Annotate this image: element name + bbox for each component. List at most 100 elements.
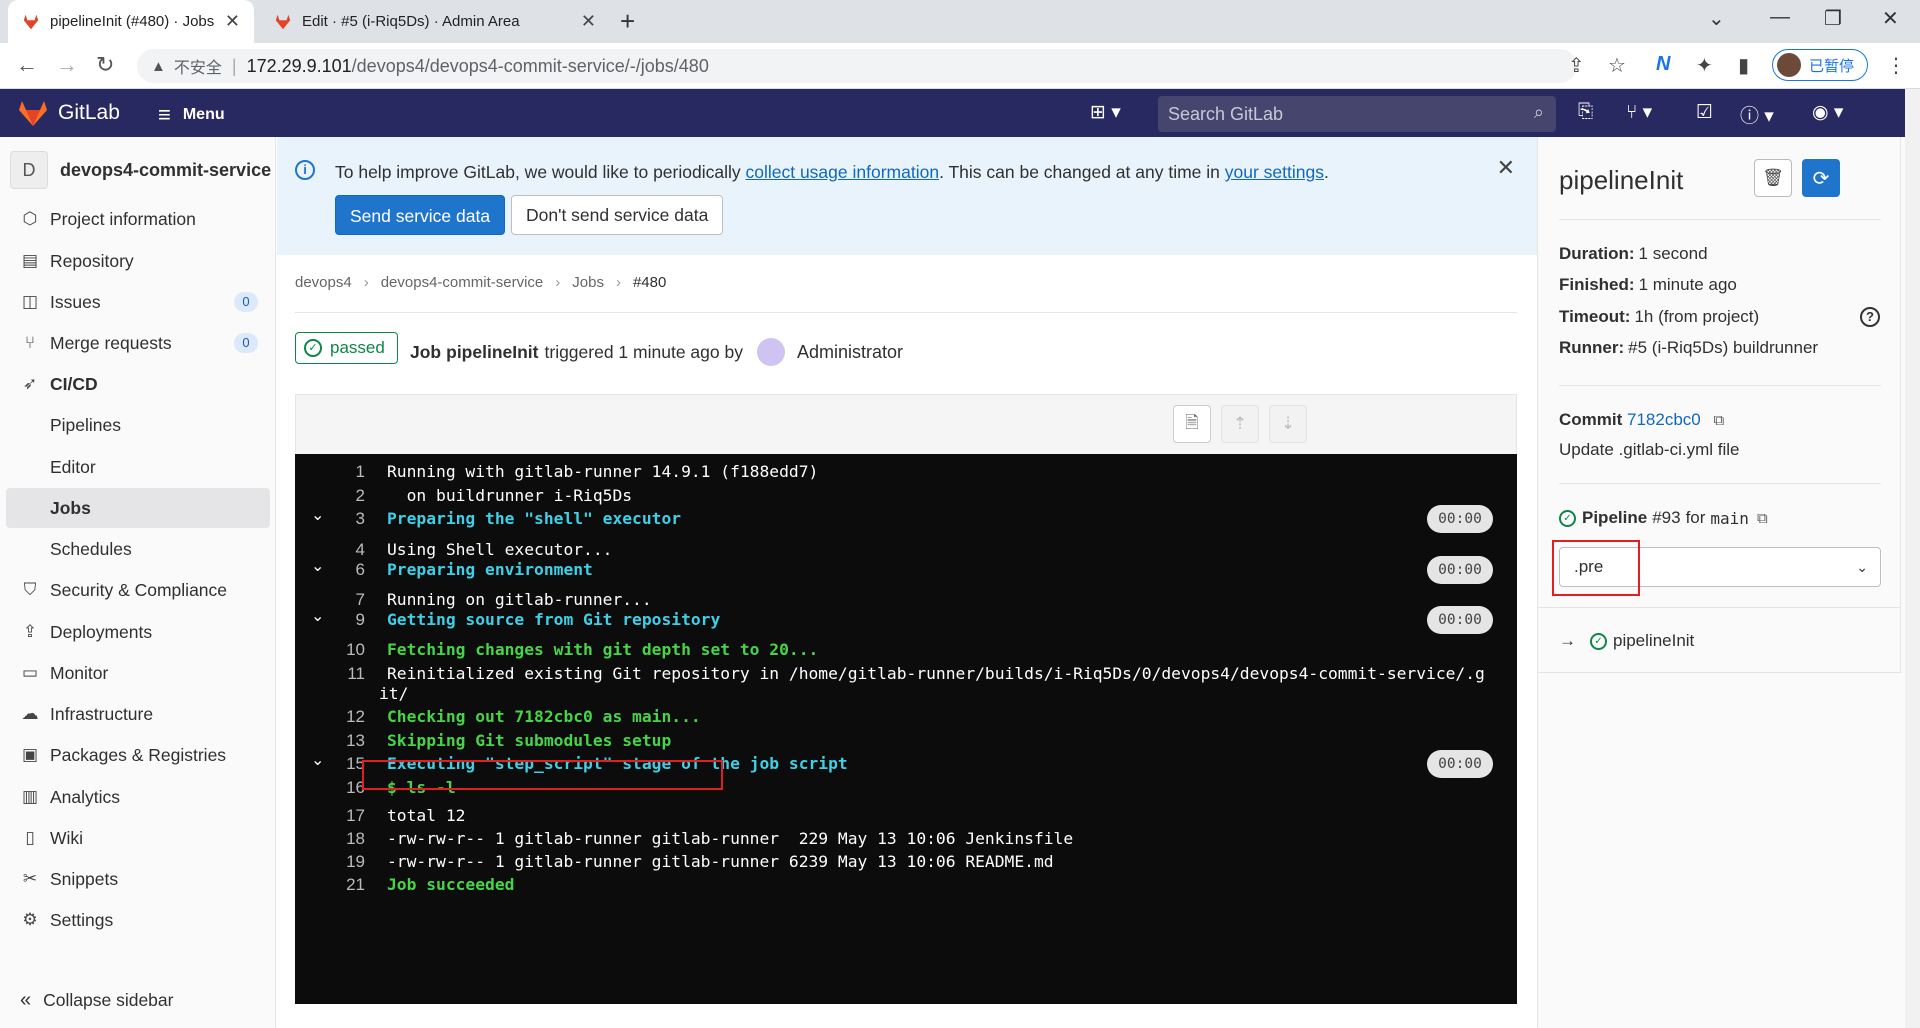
sidebar-item-issues[interactable]: ◫ Issues 0 (6, 282, 270, 322)
log-line-number[interactable]: 11 (319, 664, 365, 684)
extension-n-icon[interactable]: N (1656, 53, 1670, 76)
issues-shortcut-icon[interactable]: ⎘ (1578, 101, 1593, 123)
user-avatar-icon[interactable]: ◉ ▾ (1812, 101, 1843, 124)
bookmark-star-icon[interactable]: ☆ (1608, 53, 1626, 78)
breadcrumb-current[interactable]: #480 (633, 274, 666, 291)
status-badge[interactable]: ✓ passed (295, 332, 398, 364)
log-line-number[interactable]: 1 (319, 462, 365, 482)
back-icon[interactable]: ← (16, 52, 38, 78)
browser-tab-admin[interactable]: Edit · #5 (i-Riq5Ds) · Admin Area ✕ (260, 0, 610, 43)
divider (1538, 607, 1901, 608)
avatar[interactable] (756, 338, 785, 366)
breadcrumb-project[interactable]: devops4-commit-service (381, 274, 544, 291)
sidebar-item-jobs[interactable]: Jobs (6, 488, 270, 528)
dont-send-service-data-button[interactable]: Don't send service data (511, 195, 724, 235)
log-line-number[interactable]: 18 (319, 829, 365, 849)
profile-button[interactable]: 已暂停 (1772, 49, 1868, 81)
pipeline-ref[interactable]: main (1710, 509, 1749, 528)
project-link[interactable]: D devops4-commit-service (10, 151, 271, 189)
todo-icon[interactable]: ☑ (1696, 101, 1713, 124)
log-line-number[interactable]: 13 (319, 731, 365, 751)
extensions-puzzle-icon[interactable]: ✦ (1696, 53, 1713, 78)
log-line-text: Preparing the "shell" executor (387, 509, 682, 528)
forward-icon[interactable]: → (56, 52, 78, 78)
address-bar[interactable]: ▲ 不安全 | 172.29.9.101 /devops4/devops4-co… (137, 49, 1577, 83)
log-line-number[interactable]: 9 (319, 610, 365, 630)
close-tab-icon[interactable]: ✕ (581, 11, 596, 32)
user-link[interactable]: Administrator (797, 342, 903, 363)
log-line-number[interactable]: 3 (319, 509, 365, 529)
sidebar-item-editor[interactable]: Editor (6, 447, 270, 487)
log-line-number[interactable]: 6 (319, 560, 365, 580)
log-line-number[interactable]: 19 (319, 852, 365, 872)
log-line-number[interactable]: 15 (319, 754, 365, 774)
sidebar-item-merge-requests[interactable]: ⑂ Merge requests 0 (6, 323, 270, 363)
gitlab-home-link[interactable]: GitLab (18, 99, 120, 127)
sidebar-item-project-information[interactable]: ⬡ Project information (6, 199, 270, 239)
close-window-icon[interactable]: ✕ (1882, 6, 1899, 31)
shield-icon: ⛉ (23, 580, 37, 599)
copy-icon[interactable]: ⧉ (1757, 510, 1768, 527)
collapse-sidebar-button[interactable]: « Collapse sidebar (20, 989, 173, 1012)
search-input[interactable]: Search GitLab ⌕ (1158, 96, 1556, 132)
usage-ping-banner: i To help improve GitLab, we would like … (277, 137, 1537, 255)
log-line-number[interactable]: 2 (319, 486, 365, 506)
help-icon[interactable]: ⓘ ▾ (1740, 101, 1774, 128)
sidebar-item-deployments[interactable]: ⇪ Deployments (6, 612, 270, 652)
tab-search-icon[interactable]: ⌄ (1708, 6, 1725, 31)
log-line-number[interactable]: 21 (319, 875, 365, 895)
insecure-label: 不安全 (173, 60, 222, 77)
reload-icon[interactable]: ↻ (96, 52, 114, 78)
raw-log-button[interactable]: 🗎 (1173, 405, 1211, 443)
deployments-icon: ⇪ (22, 622, 38, 641)
maximize-icon[interactable]: ❐ (1824, 6, 1842, 31)
scroll-top-button[interactable]: ⇡ (1221, 405, 1259, 443)
erase-log-button[interactable]: 🗑 (1754, 159, 1792, 197)
arrow-down-icon: ⇣ (1280, 414, 1296, 433)
sidebar-item-snippets[interactable]: ✂ Snippets (6, 859, 270, 899)
sidebar-item-repository[interactable]: ▤ Repository (6, 241, 270, 281)
log-line-number[interactable]: 4 (319, 540, 365, 560)
sidebar-item-pipelines[interactable]: Pipelines (6, 405, 270, 445)
log-line-number[interactable]: 10 (319, 640, 365, 660)
sidepanel-icon[interactable]: ▮ (1738, 53, 1749, 78)
merge-requests-shortcut-icon[interactable]: ⑂ ▾ (1626, 101, 1652, 124)
your-settings-link[interactable]: your settings (1225, 162, 1324, 182)
log-line-number[interactable]: 12 (319, 707, 365, 727)
sidebar-item-security-compliance[interactable]: ⛉ Security & Compliance (6, 570, 270, 610)
log-line-number[interactable]: 7 (319, 590, 365, 610)
job-list-item[interactable]: → ✓ pipelineInit (1559, 631, 1694, 651)
sidebar-item-packages-registries[interactable]: ▣ Packages & Registries (6, 735, 270, 775)
breadcrumb-jobs[interactable]: Jobs (572, 274, 604, 291)
sidebar-item-settings[interactable]: ⚙ Settings (6, 900, 270, 940)
sidebar-item-cicd[interactable]: ➶ CI/CD (6, 364, 270, 404)
page-scrollbar[interactable] (1905, 89, 1920, 1028)
retry-button[interactable]: ⟳ (1802, 159, 1840, 197)
close-tab-icon[interactable]: ✕ (225, 11, 240, 32)
scroll-bottom-button[interactable]: ⇣ (1269, 405, 1307, 443)
new-item-icon[interactable]: ⊞ ▾ (1090, 101, 1121, 124)
log-line-number[interactable]: 17 (319, 806, 365, 826)
search-icon: ⌕ (1533, 102, 1544, 122)
close-icon[interactable]: ✕ (1497, 155, 1515, 181)
menu-button[interactable]: ≡ Menu (158, 102, 225, 128)
sidebar-item-wiki[interactable]: ▯ Wiki (6, 818, 270, 858)
collect-usage-link[interactable]: collect usage information (745, 162, 939, 182)
minimize-icon[interactable]: — (1770, 6, 1790, 29)
sidebar-item-schedules[interactable]: Schedules (6, 529, 270, 569)
sidebar-item-analytics[interactable]: ▥ Analytics (6, 777, 270, 817)
question-icon[interactable]: ? (1860, 307, 1880, 327)
pipeline-id[interactable]: #93 (1652, 508, 1680, 528)
sidebar-item-monitor[interactable]: ▭ Monitor (6, 653, 270, 693)
send-service-data-button[interactable]: Send service data (335, 195, 506, 235)
sidebar-item-infrastructure[interactable]: ☁ Infrastructure (6, 694, 270, 734)
copy-icon[interactable]: ⧉ (1713, 412, 1724, 429)
browser-menu-icon[interactable]: ⋮ (1886, 53, 1906, 78)
new-tab-icon[interactable]: + (620, 6, 635, 37)
browser-tab-job[interactable]: pipelineInit (#480) · Jobs · devops4 ✕ (8, 0, 254, 43)
share-icon[interactable]: ⇪ (1568, 53, 1585, 78)
pipeline-label[interactable]: Pipeline (1582, 508, 1647, 528)
log-line-number[interactable]: 16 (319, 778, 365, 798)
commit-sha-link[interactable]: 7182cbc0 (1627, 410, 1701, 429)
breadcrumb-group[interactable]: devops4 (295, 274, 352, 291)
